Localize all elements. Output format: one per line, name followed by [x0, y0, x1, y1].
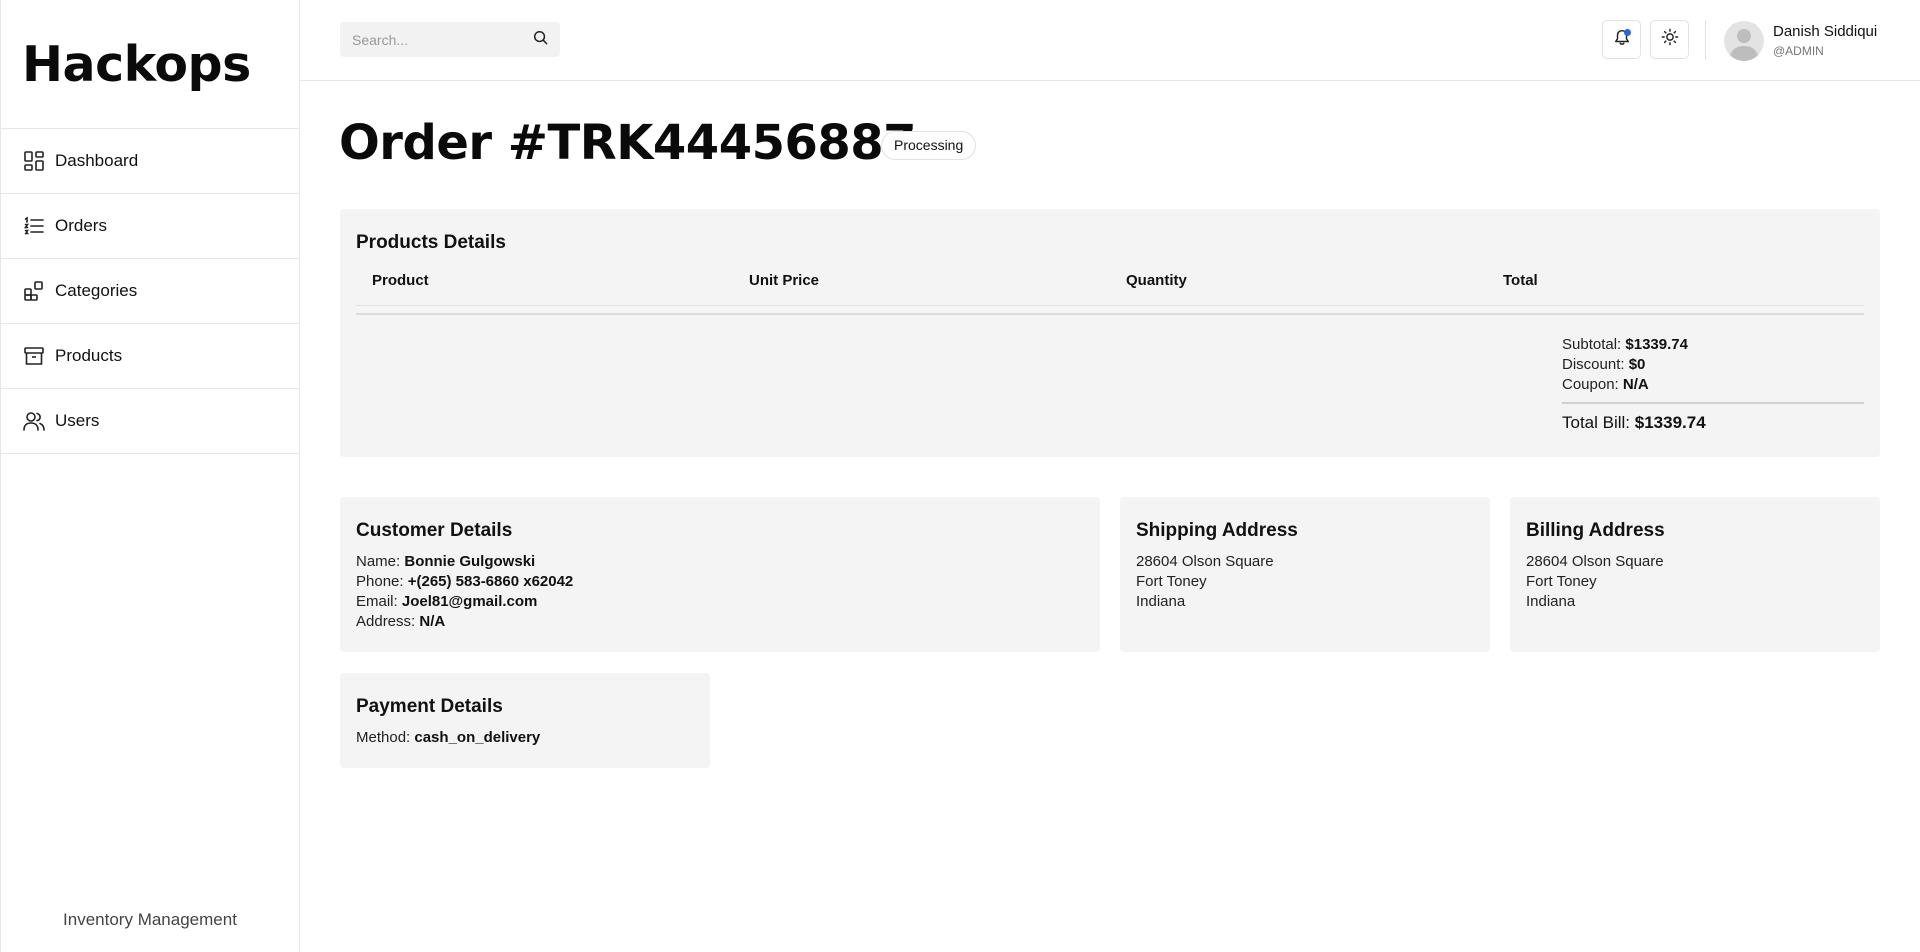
customer-phone-value: +(265) 583-6860 x62042	[407, 573, 574, 590]
total-bill-value: $1339.74	[1634, 413, 1706, 432]
brand: Hackops	[1, 0, 299, 129]
discount-row: Discount: $0	[1562, 355, 1688, 375]
order-summary: Subtotal: $1339.74 Discount: $0 Coupon: …	[1562, 335, 1688, 395]
billing-address-line: Indiana	[1526, 593, 1576, 610]
shipping-address-line: 28604 Olson Square	[1136, 553, 1274, 570]
sun-icon	[1661, 28, 1679, 51]
status-badge: Processing	[881, 131, 977, 160]
sidebar-item-categories[interactable]: Categories	[1, 259, 299, 324]
archive-box-icon	[23, 345, 45, 367]
top-bar: Danish Siddiqui @ADMIN	[300, 0, 1920, 81]
payment-details-card: Payment Details Method: cash_on_delivery	[340, 673, 710, 768]
payment-method-label: Method:	[356, 729, 411, 746]
payment-method-value: cash_on_delivery	[414, 729, 541, 746]
total-bill-label: Total Bill:	[1562, 413, 1631, 432]
sidebar-item-label: Dashboard	[55, 151, 139, 170]
list-icon	[23, 215, 45, 237]
coupon-label: Coupon:	[1562, 376, 1619, 393]
subtotal-value: $1339.74	[1625, 336, 1688, 353]
coupon-row: Coupon: N/A	[1562, 375, 1688, 395]
sidebar-item-label: Categories	[55, 281, 138, 300]
column-header-unit-price: Unit Price	[749, 272, 820, 289]
column-header-quantity: Quantity	[1126, 272, 1187, 289]
customer-email-label: Email:	[356, 593, 398, 610]
customer-name-row: Name: Bonnie Gulgowski	[356, 552, 573, 572]
payment-method-row: Method: cash_on_delivery	[356, 728, 540, 748]
page-title: Order #TRK44456887	[339, 115, 917, 171]
header-divider	[1705, 20, 1706, 60]
payment-details-heading: Payment Details	[356, 696, 503, 717]
discount-label: Discount:	[1562, 356, 1625, 373]
customer-details-heading: Customer Details	[356, 520, 513, 541]
dashboard-icon	[23, 150, 45, 172]
search-icon[interactable]	[533, 30, 548, 50]
users-icon	[23, 410, 45, 432]
customer-phone-row: Phone: +(265) 583-6860 x62042	[356, 572, 573, 592]
discount-value: $0	[1628, 356, 1646, 373]
notification-dot	[1624, 29, 1631, 36]
customer-details-card: Customer Details Name: Bonnie Gulgowski …	[340, 497, 1100, 652]
shipping-address-card: Shipping Address 28604 Olson Square Fort…	[1120, 497, 1490, 652]
subtotal-label: Subtotal:	[1562, 336, 1622, 353]
subtotal-row: Subtotal: $1339.74	[1562, 335, 1688, 355]
customer-name-value: Bonnie Gulgowski	[404, 553, 536, 570]
customer-address-label: Address:	[356, 613, 416, 630]
sidebar-item-label: Products	[55, 346, 123, 365]
customer-phone-label: Phone:	[356, 573, 404, 590]
shipping-address-heading: Shipping Address	[1136, 520, 1298, 541]
user-name[interactable]: Danish Siddiqui	[1773, 23, 1877, 40]
column-header-product: Product	[372, 272, 429, 289]
sidebar-item-users[interactable]: Users	[1, 389, 299, 454]
customer-address-row: Address: N/A	[356, 612, 573, 632]
theme-toggle-button[interactable]	[1650, 20, 1689, 59]
customer-address-value: N/A	[419, 613, 446, 630]
summary-divider	[1562, 402, 1864, 404]
notifications-button[interactable]	[1602, 20, 1641, 59]
billing-address-line: 28604 Olson Square	[1526, 553, 1664, 570]
avatar[interactable]	[1724, 21, 1764, 61]
customer-email-value: Joel81@gmail.com	[401, 593, 538, 610]
billing-address-heading: Billing Address	[1526, 520, 1665, 541]
products-details-card: Products Details Product Unit Price Quan…	[340, 209, 1880, 457]
sidebar-item-orders[interactable]: Orders	[1, 194, 299, 259]
sidebar-item-dashboard[interactable]: Dashboard	[1, 129, 299, 194]
user-role: @ADMIN	[1773, 44, 1824, 58]
table-footer-divider	[356, 313, 1864, 315]
billing-address-line: Fort Toney	[1526, 573, 1597, 590]
search-input[interactable]	[352, 31, 533, 48]
customer-name-label: Name:	[356, 553, 401, 570]
search-box	[340, 22, 560, 57]
coupon-value: N/A	[1622, 376, 1649, 393]
sidebar: Hackops Dashboard Orders Categories Prod…	[0, 0, 300, 952]
categories-icon	[23, 280, 45, 302]
sidebar-item-products[interactable]: Products	[1, 324, 299, 389]
shipping-address-line: Indiana	[1136, 593, 1186, 610]
sidebar-item-label: Orders	[55, 216, 107, 235]
column-header-total: Total	[1503, 272, 1538, 289]
products-details-heading: Products Details	[356, 232, 506, 253]
billing-address-card: Billing Address 28604 Olson Square Fort …	[1510, 497, 1880, 652]
customer-email-row: Email: Joel81@gmail.com	[356, 592, 573, 612]
sidebar-item-label: Users	[55, 411, 100, 430]
sidebar-footer: Inventory Management	[63, 910, 237, 929]
total-bill-row: Total Bill: $1339.74	[1562, 413, 1706, 433]
brand-logo-text[interactable]: Hackops	[22, 36, 251, 93]
shipping-address-line: Fort Toney	[1136, 573, 1207, 590]
table-header-divider	[356, 305, 1864, 306]
